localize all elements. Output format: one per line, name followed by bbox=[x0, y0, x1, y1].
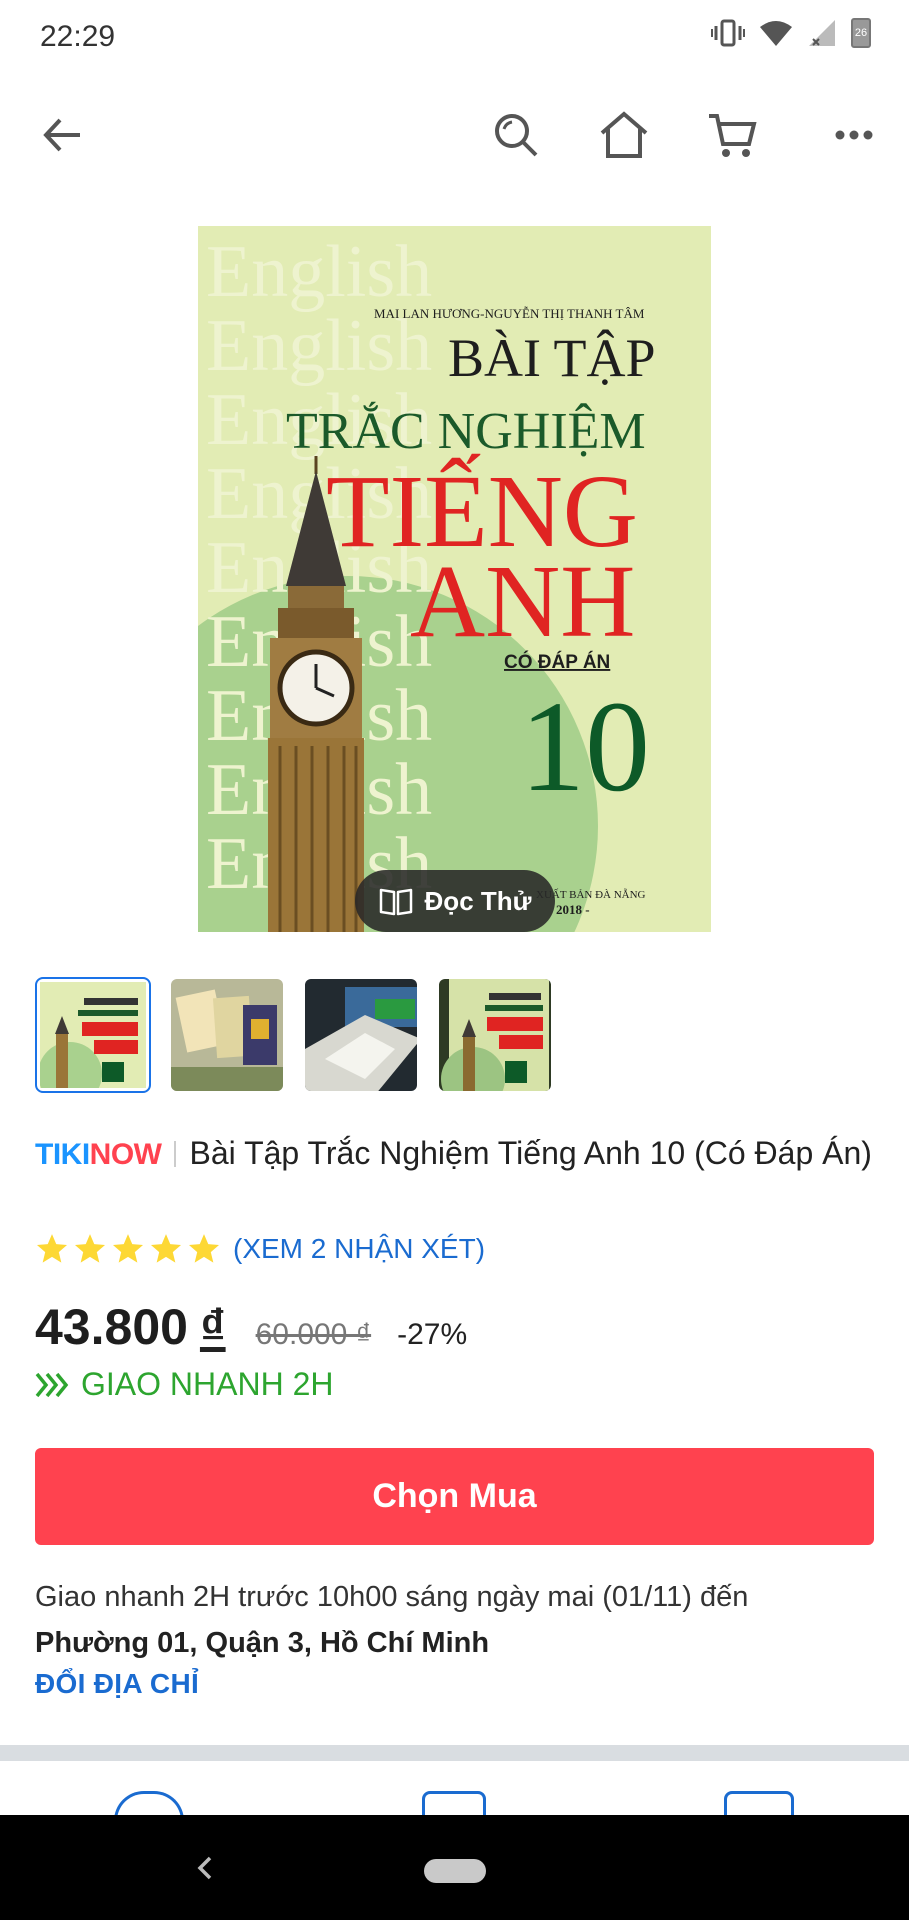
home-button[interactable] bbox=[592, 103, 656, 167]
delivery-address: Phường 01, Quận 3, Hồ Chí Minh bbox=[35, 1627, 490, 1659]
change-address-link[interactable]: ĐỔI ĐỊA CHỈ bbox=[35, 1668, 199, 1700]
cover-line2: TRẮC NGHIỆM bbox=[286, 401, 646, 460]
next-section-peek bbox=[0, 1761, 909, 1815]
product-cover-image[interactable]: English English English English English … bbox=[198, 226, 711, 932]
status-icons: 26 bbox=[711, 18, 871, 48]
cover-authors: MAI LAN HƯƠNG-NGUYỄN THỊ THANH TÂM bbox=[374, 306, 645, 321]
battery-level: 26 bbox=[854, 27, 868, 39]
star-icon bbox=[74, 1234, 106, 1263]
vibrate-icon bbox=[711, 19, 745, 47]
thumbnail-2[interactable] bbox=[169, 977, 285, 1093]
section-divider bbox=[0, 1745, 909, 1761]
star-icon bbox=[188, 1234, 220, 1263]
android-nav-bar bbox=[0, 1815, 909, 1920]
cover-grade: 10 bbox=[520, 675, 650, 819]
current-price: 43.800 bbox=[35, 1299, 188, 1355]
search-button[interactable] bbox=[484, 103, 548, 167]
cover-line4: ANH bbox=[410, 544, 635, 659]
read-sample-button[interactable]: Đọc Thử bbox=[355, 870, 555, 932]
buy-button[interactable]: Chọn Mua bbox=[35, 1448, 874, 1545]
original-price: 60.000 ₫ bbox=[255, 1318, 372, 1351]
return-icon bbox=[724, 1791, 794, 1815]
cover-line1: BÀI TẬP bbox=[448, 328, 656, 388]
tikinow-badge-now: NOW bbox=[89, 1138, 162, 1171]
delivery-text: Giao nhanh 2H trước 10h00 sáng ngày mai … bbox=[35, 1581, 749, 1613]
product-title: Bài Tập Trắc Nghiệm Tiếng Anh 10 (Có Đáp… bbox=[189, 1135, 872, 1171]
back-arrow-icon bbox=[43, 118, 80, 152]
price-currency: ₫ bbox=[199, 1299, 226, 1355]
cart-button[interactable] bbox=[700, 103, 764, 167]
price-row: 43.800 ₫ 60.000 ₫ -27% bbox=[35, 1298, 467, 1356]
fast-delivery-label: GIAO NHANH 2H bbox=[81, 1366, 334, 1402]
box-icon bbox=[422, 1791, 486, 1815]
system-back-icon[interactable] bbox=[190, 1848, 218, 1888]
title-separator bbox=[173, 1141, 176, 1167]
more-button[interactable] bbox=[822, 103, 886, 167]
fast-delivery-row: GIAO NHANH 2H bbox=[35, 1366, 333, 1403]
search-icon bbox=[495, 114, 538, 157]
top-nav bbox=[0, 95, 909, 177]
cover-subtitle: CÓ ĐÁP ÁN bbox=[504, 651, 610, 673]
back-button[interactable] bbox=[30, 103, 94, 167]
view-reviews-link[interactable]: (XEM 2 NHẬN XÉT) bbox=[233, 1233, 485, 1265]
cart-icon bbox=[709, 114, 757, 157]
signal-icon bbox=[809, 20, 835, 46]
product-title-block: TIKINOW Bài Tập Trắc Nghiệm Tiếng Anh 10 … bbox=[35, 1130, 880, 1178]
shield-icon bbox=[114, 1791, 184, 1815]
cover-year: 2018 - bbox=[556, 902, 590, 917]
status-bar: 22:29 26 bbox=[0, 0, 909, 78]
thumbnail-1[interactable] bbox=[35, 977, 151, 1093]
tikinow-badge: TIKINOW bbox=[35, 1138, 162, 1171]
wifi-icon bbox=[760, 21, 792, 46]
home-icon bbox=[600, 111, 648, 158]
thumbnail-4[interactable] bbox=[437, 977, 553, 1093]
thumbnail-strip bbox=[35, 977, 553, 1093]
star-icon bbox=[36, 1234, 68, 1263]
star-icon bbox=[150, 1234, 182, 1263]
open-book-icon bbox=[379, 888, 412, 916]
thumbnail-3[interactable] bbox=[303, 977, 419, 1093]
battery-icon: 26 bbox=[851, 18, 871, 48]
status-time: 22:29 bbox=[40, 20, 116, 53]
star-icon bbox=[112, 1234, 144, 1263]
system-home-pill[interactable] bbox=[424, 1859, 486, 1883]
delivery-info: Giao nhanh 2H trước 10h00 sáng ngày mai … bbox=[35, 1574, 880, 1666]
tikinow-badge-tiki: TIKI bbox=[35, 1138, 90, 1171]
cover-watermark: English bbox=[206, 231, 432, 313]
rating-row: (XEM 2 NHẬN XÉT) bbox=[35, 1232, 485, 1266]
more-icon bbox=[835, 130, 873, 140]
fast-chevrons-icon bbox=[35, 1372, 69, 1397]
read-sample-label: Đọc Thử bbox=[424, 885, 532, 916]
discount-percent: -27% bbox=[397, 1318, 468, 1351]
